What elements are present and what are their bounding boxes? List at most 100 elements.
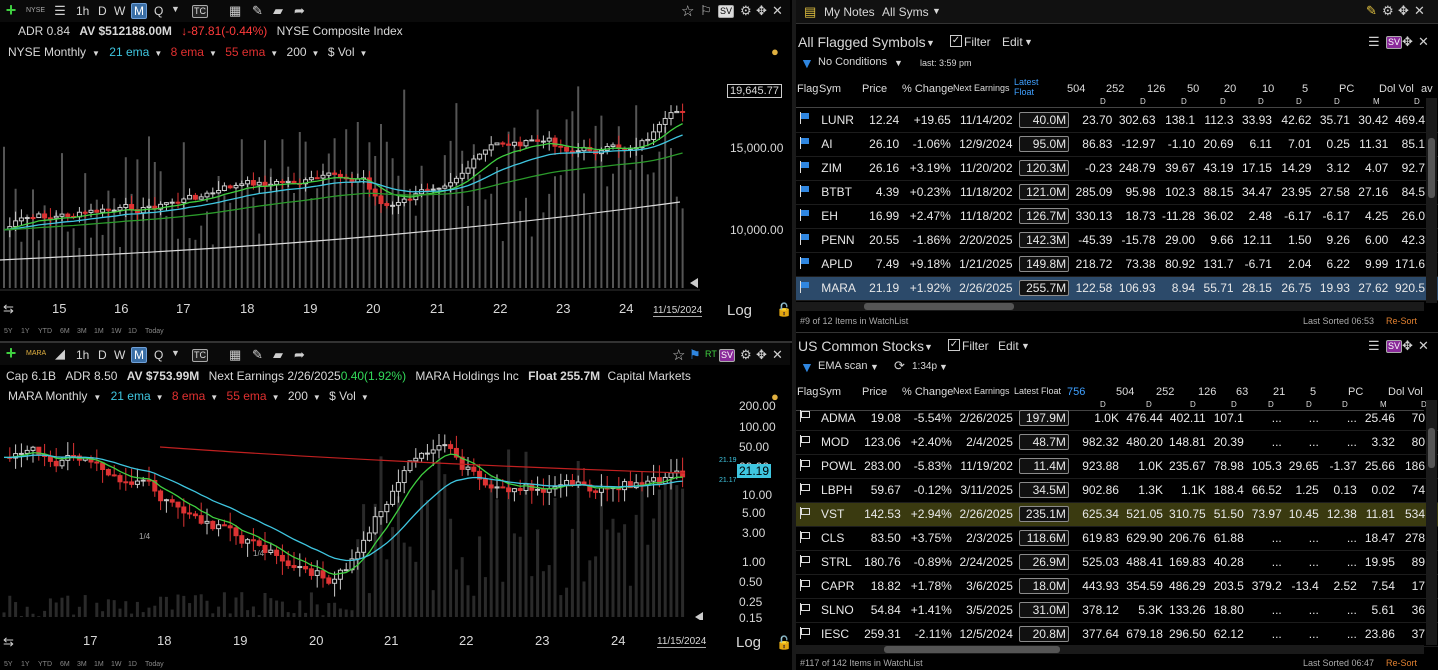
funnel-icon[interactable]: ▼: [800, 55, 814, 71]
scroll-thumb[interactable]: [864, 303, 1014, 310]
ma200-label[interactable]: 200: [287, 45, 307, 59]
flag-icon[interactable]: [799, 506, 810, 519]
flag-icon[interactable]: [799, 482, 810, 495]
column-header[interactable]: 63: [1236, 386, 1248, 398]
star-icon[interactable]: ☆: [681, 2, 694, 20]
scroll-thumb[interactable]: [884, 646, 1060, 653]
chevron-down-icon[interactable]: ▼: [926, 38, 935, 48]
star-icon[interactable]: ☆: [672, 346, 685, 364]
tf-d[interactable]: D: [98, 4, 107, 18]
flag-cell[interactable]: [796, 132, 819, 157]
column-header[interactable]: % Change: [902, 386, 953, 398]
column-header[interactable]: 504: [1116, 386, 1134, 398]
table-row[interactable]: EH 16.99 +2.47% 11/18/202 126.7M 330.13 18.73-…: [796, 204, 1438, 229]
vol-label[interactable]: $ Vol: [329, 389, 356, 403]
bottom-chart-plot[interactable]: [0, 405, 715, 620]
range-button[interactable]: Today: [145, 328, 164, 335]
table-row[interactable]: VST 142.53 +2.94% 2/26/2025 235.1M 625.34 521.…: [796, 502, 1438, 527]
move-icon[interactable]: ✥: [1402, 34, 1413, 50]
flag-icon[interactable]: [799, 208, 809, 221]
flag-cell[interactable]: [796, 108, 819, 133]
tc-icon[interactable]: TC: [192, 349, 208, 362]
tf-m[interactable]: M: [131, 3, 147, 19]
chevron-down-icon[interactable]: ▼: [1021, 341, 1030, 351]
symbol-cell[interactable]: IESC: [818, 622, 862, 647]
tf-q[interactable]: Q: [154, 4, 163, 18]
column-header[interactable]: 252: [1106, 83, 1124, 95]
wl2-title[interactable]: US Common Stocks: [798, 338, 924, 354]
symbol-label[interactable]: NYSE Monthly: [8, 45, 86, 59]
flag-cell[interactable]: [796, 502, 819, 527]
chevron-down-icon[interactable]: ▼: [93, 393, 101, 402]
wl2-hscroll[interactable]: [796, 645, 1424, 654]
table-row[interactable]: POWL 283.00 -5.83% 11/19/202 11.4M 923.88 1.0K…: [796, 454, 1438, 479]
tf-1h[interactable]: 1h: [76, 4, 89, 18]
flag-icon[interactable]: [799, 626, 810, 639]
symbol-cell[interactable]: AI: [818, 132, 862, 157]
flag-cell[interactable]: [796, 622, 819, 647]
symbol-cell[interactable]: LBPH: [818, 478, 862, 503]
pencil-icon[interactable]: ✎: [252, 347, 263, 363]
flag-cell[interactable]: [796, 430, 819, 455]
table-row[interactable]: BTBT 4.39 +0.23% 11/18/202 121.0M 285.09 95.98…: [796, 180, 1438, 205]
tf-m[interactable]: M: [131, 347, 147, 363]
move-icon[interactable]: ✥: [756, 347, 767, 363]
table-row[interactable]: MARA 21.19 +1.92% 2/26/2025 255.7M 122.58 106.…: [796, 276, 1438, 301]
ema55-label[interactable]: 55 ema: [225, 45, 265, 59]
sv-icon[interactable]: SV: [1386, 36, 1403, 49]
sv-icon[interactable]: SV: [719, 349, 736, 362]
filter-checkbox[interactable]: ✓: [950, 35, 962, 47]
chart-type-icon[interactable]: ◢: [52, 346, 68, 362]
flag-icon[interactable]: [799, 530, 810, 543]
flag-icon[interactable]: [799, 554, 810, 567]
flag-cell[interactable]: [796, 478, 819, 503]
column-header[interactable]: Sym: [819, 83, 841, 95]
funnel-icon[interactable]: ▼: [800, 359, 814, 375]
column-header[interactable]: 126: [1147, 83, 1165, 95]
lock-icon[interactable]: 🔓: [776, 302, 792, 318]
chevron-down-icon[interactable]: ▼: [171, 348, 180, 358]
conditions-label[interactable]: No Conditions: [818, 56, 887, 68]
flag-icon[interactable]: [799, 232, 809, 245]
table-row[interactable]: LBPH 59.67 -0.12% 3/11/2025 34.5M 902.86 1.3K 1…: [796, 478, 1438, 503]
edit-menu[interactable]: Edit: [1002, 35, 1023, 49]
bookmark-icon[interactable]: ▰: [273, 3, 283, 19]
chevron-down-icon[interactable]: ▼: [360, 49, 368, 58]
symbol-cell[interactable]: APLD: [818, 252, 862, 277]
list-icon[interactable]: ☰: [52, 3, 68, 19]
symbol-cell[interactable]: LUNR: [818, 108, 862, 133]
flag-icon[interactable]: [799, 602, 810, 615]
column-header[interactable]: Dol Vol: [1379, 83, 1414, 95]
add-plus-icon[interactable]: +: [3, 343, 19, 363]
ema55-label[interactable]: 55 ema: [227, 389, 267, 403]
refresh-icon[interactable]: ⟳: [894, 358, 905, 374]
chevron-down-icon[interactable]: ▼: [171, 4, 180, 14]
flag-icon[interactable]: ⚑: [689, 347, 701, 363]
chevron-down-icon[interactable]: ▼: [1024, 37, 1033, 47]
range-button[interactable]: 3M: [77, 661, 87, 668]
table-row[interactable]: IESC 259.31 -2.11% 12/5/2024 20.8M 377.64 679.…: [796, 622, 1438, 647]
column-header[interactable]: 504: [1067, 83, 1085, 95]
table-row[interactable]: LUNR 12.24 +19.65 11/14/202 40.0M 23.70 302.63…: [796, 108, 1438, 133]
column-header[interactable]: 252: [1156, 386, 1174, 398]
column-header[interactable]: Latest Float: [1014, 77, 1058, 97]
table-row[interactable]: STRL 180.76 -0.89% 2/24/2025 26.9M 525.03 488.…: [796, 550, 1438, 575]
flag-cell[interactable]: [796, 574, 819, 599]
share-arrow-icon[interactable]: ➦: [294, 3, 305, 19]
share-arrow-icon[interactable]: ➦: [294, 347, 305, 363]
chevron-down-icon[interactable]: ▼: [209, 49, 217, 58]
symbol-cell[interactable]: STRL: [818, 550, 862, 575]
tf-d[interactable]: D: [98, 348, 107, 362]
range-button[interactable]: 1W: [111, 661, 122, 668]
top-chart-plot[interactable]: [0, 60, 720, 295]
flag-cell[interactable]: [796, 204, 819, 229]
column-header[interactable]: Next Earnings: [953, 386, 1010, 396]
flag-cell[interactable]: [796, 406, 819, 431]
column-header[interactable]: Dol Vol: [1388, 386, 1423, 398]
chevron-down-icon[interactable]: ▼: [272, 393, 280, 402]
column-header[interactable]: 50: [1187, 83, 1199, 95]
column-header[interactable]: Flag: [797, 83, 818, 95]
flag-icon[interactable]: [799, 184, 809, 197]
close-icon[interactable]: ✕: [772, 347, 783, 363]
column-header[interactable]: Flag: [797, 386, 818, 398]
